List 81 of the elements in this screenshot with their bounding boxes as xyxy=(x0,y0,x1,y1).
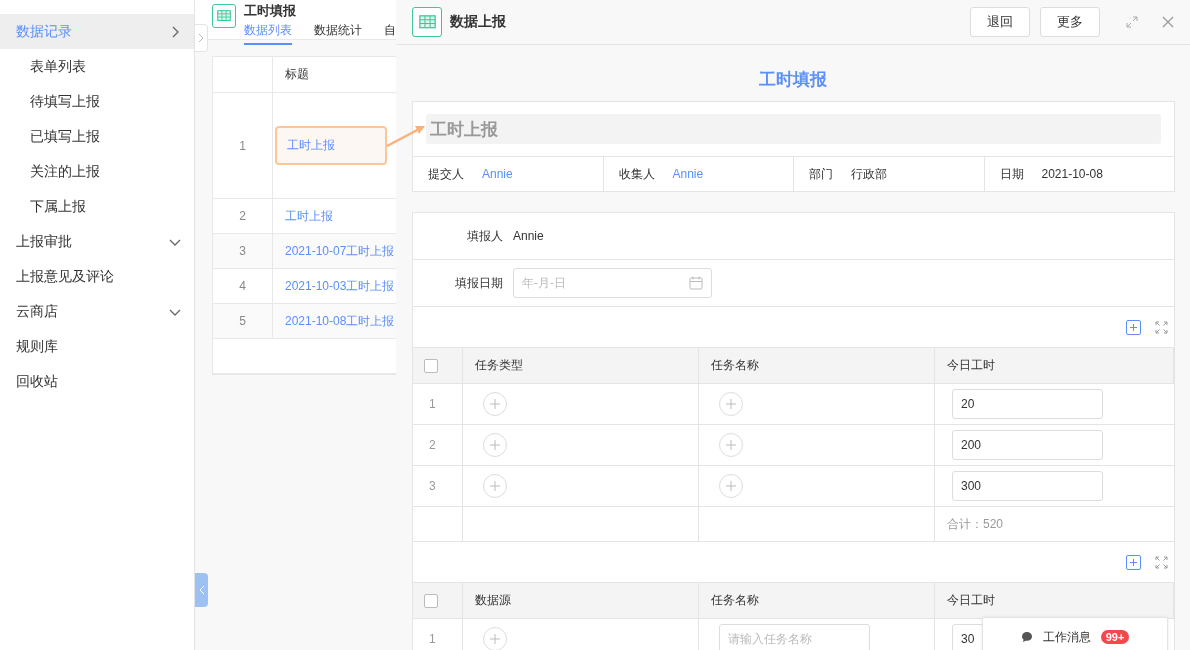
plus-icon xyxy=(490,634,500,644)
row-number: 2 xyxy=(429,438,436,452)
sidebar-item[interactable]: 规则库 xyxy=(0,329,194,364)
plus-icon xyxy=(726,399,736,409)
plus-icon xyxy=(726,440,736,450)
add-row-icon[interactable] xyxy=(1126,319,1141,335)
sidebar-item[interactable]: 关注的上报 xyxy=(0,154,194,189)
input-field[interactable]: 请输入任务名称 xyxy=(719,624,870,650)
count-badge: 99+ xyxy=(1100,630,1130,644)
sidebar-item[interactable]: 上报意见及评论 xyxy=(0,259,194,294)
column-header: 今日工时 xyxy=(947,592,995,609)
action-button[interactable]: 退回 xyxy=(970,7,1030,37)
drawer-title: 数据上报 xyxy=(450,13,507,31)
collapse-handle[interactable] xyxy=(195,24,208,52)
add-button[interactable] xyxy=(719,433,743,457)
row-number: 1 xyxy=(429,632,436,646)
form-title: 工时填报 xyxy=(758,69,828,91)
sidebar-item[interactable]: 云商店 xyxy=(0,294,194,329)
column-header: 标题 xyxy=(285,66,309,83)
row-number: 5 xyxy=(239,314,246,328)
sidebar-item[interactable]: 上报审批 xyxy=(0,224,194,259)
plus-icon xyxy=(726,481,736,491)
add-button[interactable] xyxy=(483,627,507,650)
report-title: 工时上报 xyxy=(426,114,1161,144)
add-button[interactable] xyxy=(483,474,507,498)
chevron-left-icon xyxy=(198,585,205,595)
row-number: 1 xyxy=(239,138,246,153)
panel-title: 工时填报 xyxy=(244,4,297,18)
add-button[interactable] xyxy=(719,392,743,416)
info-label: 提交人 xyxy=(428,165,464,183)
total-text: 合计：520 xyxy=(947,515,1004,533)
row-number: 4 xyxy=(239,279,246,293)
add-button[interactable] xyxy=(483,392,507,416)
field-label: 填报人 xyxy=(466,227,504,245)
column-header: 今日工时 xyxy=(947,357,995,374)
tab[interactable]: 自 xyxy=(384,22,396,45)
sidebar-item[interactable]: 待填写上报 xyxy=(0,84,194,119)
sidebar-item[interactable]: 已填写上报 xyxy=(0,119,194,154)
action-button[interactable]: 更多 xyxy=(1040,7,1100,37)
info-label: 收集人 xyxy=(618,165,655,183)
checkbox[interactable] xyxy=(424,358,438,373)
field-value: Annie xyxy=(513,229,544,243)
expand-icon[interactable] xyxy=(1126,16,1138,28)
sidebar-toggle[interactable] xyxy=(195,573,208,607)
sidebar-item[interactable]: 回收站 xyxy=(0,364,194,399)
column-header: 数据源 xyxy=(475,592,511,609)
input-field[interactable]: 20 xyxy=(952,389,1103,419)
fullscreen-icon[interactable] xyxy=(1155,555,1168,569)
info-value: 2021-10-08 xyxy=(1041,167,1103,181)
date-field[interactable]: 年-月-日 xyxy=(513,268,712,298)
add-button[interactable] xyxy=(483,433,507,457)
info-value: 行政部 xyxy=(851,165,887,183)
input-field[interactable]: 300 xyxy=(952,471,1103,501)
row-number: 3 xyxy=(239,244,246,258)
column-header: 任务名称 xyxy=(711,592,759,609)
table-icon xyxy=(418,15,436,29)
plus-icon xyxy=(490,440,500,450)
sidebar-item[interactable]: 表单列表 xyxy=(0,49,194,84)
fullscreen-icon[interactable] xyxy=(1155,320,1168,334)
field-label: 填报日期 xyxy=(454,274,504,292)
row-number: 3 xyxy=(429,479,436,493)
plus-icon xyxy=(490,481,500,491)
close-icon[interactable] xyxy=(1162,16,1174,28)
sidebar-item[interactable]: 下属上报 xyxy=(0,189,194,224)
info-label: 部门 xyxy=(809,165,833,183)
row-number: 2 xyxy=(239,209,246,223)
calendar-icon xyxy=(689,276,703,290)
chevron-right-icon xyxy=(198,33,204,43)
table-icon xyxy=(217,10,231,22)
add-button[interactable] xyxy=(719,474,743,498)
chat-icon xyxy=(1020,631,1033,643)
add-row-icon[interactable] xyxy=(1126,554,1141,570)
input-field[interactable]: 200 xyxy=(952,430,1103,460)
column-header: 任务类型 xyxy=(475,357,523,374)
plus-icon xyxy=(490,399,500,409)
checkbox[interactable] xyxy=(424,593,438,608)
tab[interactable]: 数据统计 xyxy=(314,22,362,45)
row-number: 1 xyxy=(429,397,436,411)
info-label: 日期 xyxy=(999,165,1024,183)
column-header: 任务名称 xyxy=(711,357,759,374)
messages-toast[interactable]: 工作消息 99+ xyxy=(982,617,1168,650)
